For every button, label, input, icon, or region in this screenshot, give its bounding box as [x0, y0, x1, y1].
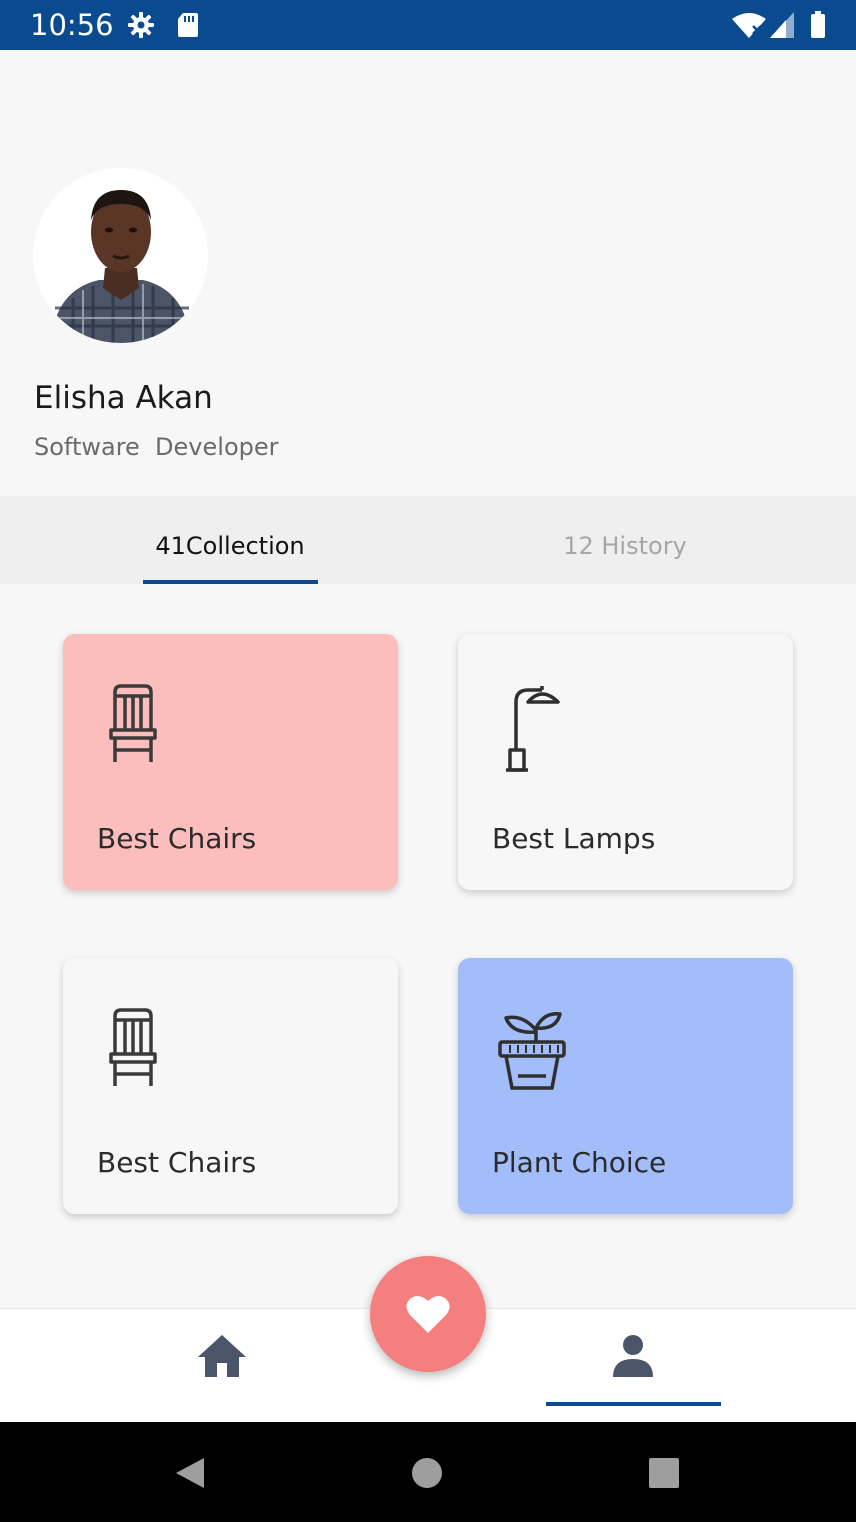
category-card-best-chairs[interactable]: Best Chairs [63, 634, 398, 890]
tab-history[interactable]: 12 History [475, 532, 775, 560]
avatar[interactable] [33, 168, 208, 343]
card-label: Best Lamps [492, 822, 656, 855]
card-label: Plant Choice [492, 1146, 667, 1179]
card-label: Best Chairs [97, 1146, 257, 1179]
avatar-photo [33, 168, 208, 343]
category-card-best-lamps[interactable]: Best Lamps [458, 634, 793, 890]
tab-collection[interactable]: 41Collection [80, 532, 380, 560]
tab-strip: 41Collection 12 History [0, 496, 856, 584]
chair-icon [109, 684, 157, 762]
home-circle-icon[interactable] [411, 1457, 443, 1489]
card-label: Best Chairs [97, 822, 257, 855]
chair-icon [109, 1008, 157, 1086]
status-bar: 10:56 [0, 0, 856, 50]
profile-header: Elisha Akan Software Developer [0, 50, 856, 496]
active-tab-indicator [143, 580, 318, 584]
favorites-fab[interactable] [370, 1256, 486, 1372]
wifi-icon [732, 13, 766, 38]
back-icon[interactable] [172, 1456, 206, 1490]
category-card-best-chairs-2[interactable]: Best Chairs [63, 958, 398, 1214]
gear-icon [128, 12, 154, 38]
active-nav-indicator [546, 1402, 721, 1406]
category-card-plant-choice[interactable]: Plant Choice [458, 958, 793, 1214]
battery-icon [811, 11, 825, 38]
person-icon[interactable] [611, 1333, 655, 1379]
plant-pot-icon [498, 1012, 566, 1090]
signal-icon [770, 12, 794, 38]
sd-card-icon [178, 13, 198, 37]
lamp-icon [506, 686, 560, 772]
heart-icon [406, 1295, 450, 1333]
profile-name: Elisha Akan [34, 380, 213, 416]
profile-role: Software Developer [34, 433, 279, 461]
system-nav-bar [0, 1422, 856, 1522]
home-icon[interactable] [196, 1333, 248, 1379]
recents-icon[interactable] [648, 1457, 680, 1489]
status-time: 10:56 [30, 8, 114, 42]
